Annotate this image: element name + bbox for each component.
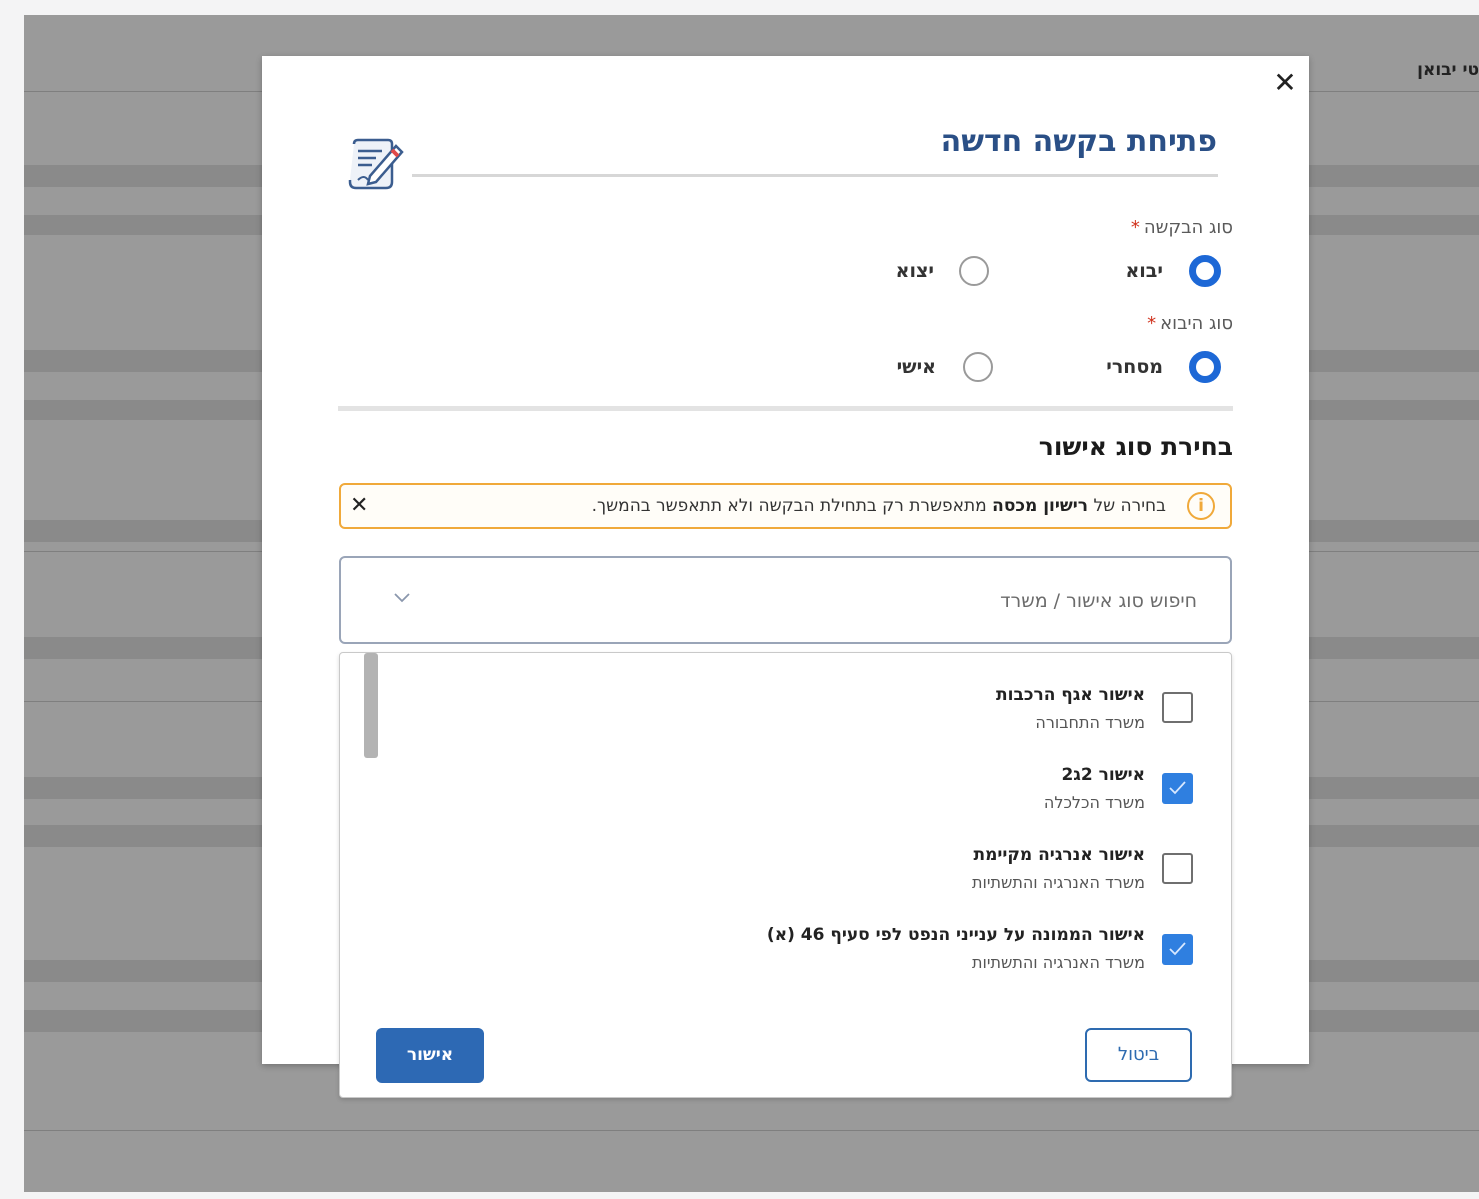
approval-type-heading: בחירת סוג אישור <box>1038 432 1233 461</box>
section-divider <box>338 406 1233 411</box>
close-icon[interactable]: ✕ <box>1270 68 1300 98</box>
info-icon: i <box>1187 492 1215 520</box>
radio-export-label[interactable]: יצוא <box>896 260 934 282</box>
quota-license-alert: i בחירה של רישיון מכסה מתאפשרת רק בתחילת… <box>339 483 1232 529</box>
import-type-label: סוג היבוא* <box>1147 313 1233 334</box>
alert-message: בחירה של רישיון מכסה מתאפשרת רק בתחילת ה… <box>591 496 1166 516</box>
approval-type-search-input[interactable]: חיפוש סוג אישור / משרד <box>339 556 1232 644</box>
approval-type-list: אישור אגף הרכבות משרד התחבורה אישור 2ג2 … <box>339 652 1232 1098</box>
list-item-title[interactable]: אישור 2ג2 <box>1061 765 1145 785</box>
modal-title: פתיחת בקשה חדשה <box>940 124 1217 159</box>
edit-document-icon <box>348 138 404 190</box>
chevron-down-icon[interactable] <box>393 592 411 604</box>
background-divider <box>24 1130 1479 1131</box>
list-item-title[interactable]: אישור אגף הרכבות <box>996 685 1145 705</box>
list-item-title[interactable]: אישור הממונה על ענייני הנפט לפי סעיף 46 … <box>767 925 1145 945</box>
radio-import[interactable] <box>1189 255 1221 287</box>
radio-commercial-label[interactable]: מסחרי <box>1106 356 1163 378</box>
check-icon <box>1169 942 1186 956</box>
checkbox-railway-approval[interactable] <box>1162 692 1193 723</box>
alert-close-icon[interactable]: ✕ <box>350 491 368 521</box>
list-item-subtitle: משרד האנרגיה והתשתיות <box>972 873 1145 892</box>
cancel-button[interactable]: ביטול <box>1085 1028 1192 1082</box>
checkbox-2g2-approval[interactable] <box>1162 773 1193 804</box>
search-placeholder: חיפוש סוג אישור / משרד <box>1000 590 1197 612</box>
radio-personal-label[interactable]: אישי <box>897 356 936 378</box>
radio-commercial[interactable] <box>1189 351 1221 383</box>
confirm-button[interactable]: אישור <box>376 1028 484 1083</box>
list-item-title[interactable]: אישור אנרגיה מקיימת <box>973 845 1145 865</box>
radio-personal[interactable] <box>963 352 993 382</box>
list-scrollbar[interactable] <box>364 653 378 758</box>
list-item-subtitle: משרד האנרגיה והתשתיות <box>972 953 1145 972</box>
radio-import-label[interactable]: יבוא <box>1125 260 1163 282</box>
checkbox-sustainable-energy-approval[interactable] <box>1162 853 1193 884</box>
list-item-subtitle: משרד התחבורה <box>1035 713 1145 732</box>
request-type-label: סוג הבקשה* <box>1130 217 1233 238</box>
list-item-subtitle: משרד הכלכלה <box>1043 793 1145 812</box>
checkbox-petroleum-commissioner-approval[interactable] <box>1162 934 1193 965</box>
title-divider <box>412 174 1218 177</box>
background-page-title: טי יבואן <box>1417 60 1479 80</box>
check-icon <box>1169 781 1186 795</box>
radio-export[interactable] <box>959 256 989 286</box>
